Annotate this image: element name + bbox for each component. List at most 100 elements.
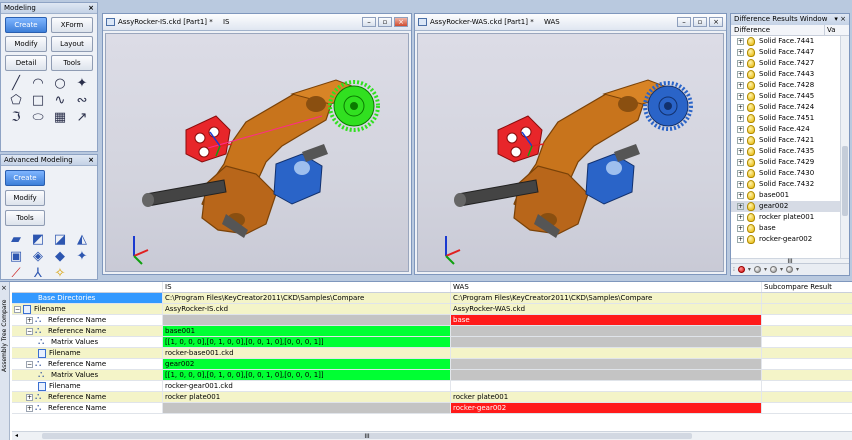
compare-name-cell[interactable]: ⛬ Matrix Values: [12, 337, 162, 347]
compare-was-cell[interactable]: [450, 326, 761, 336]
compare-subcompare-cell[interactable]: [761, 348, 850, 358]
difference-item[interactable]: + Solid Face.7447: [731, 47, 841, 58]
tree-toggle-icon[interactable]: −: [26, 360, 33, 368]
expand-icon[interactable]: +: [737, 235, 744, 243]
expand-icon[interactable]: +: [737, 81, 744, 89]
compare-name-cell[interactable]: Filename: [12, 348, 162, 358]
compare-is-cell[interactable]: [[1, 0, 0, 0],[0, 1, 0, 0],[0, 0, 1, 0],…: [162, 337, 450, 347]
compare-row[interactable]: − ⛬ Reference Name gear002: [12, 359, 852, 370]
sweep-icon[interactable]: ✦: [72, 249, 92, 264]
compare-was-cell[interactable]: [450, 337, 761, 347]
difference-item[interactable]: + Solid Face.7451: [731, 113, 841, 124]
close-icon[interactable]: ×: [1, 284, 7, 292]
compare-name-cell[interactable]: − ⛬ Reference Name: [12, 326, 162, 336]
fillet-icon[interactable]: ◪: [50, 232, 70, 247]
difference-item[interactable]: + Solid Face.7430: [731, 168, 841, 179]
compare-subcompare-cell[interactable]: [761, 359, 850, 369]
compare-was-cell[interactable]: AssyRocker-WAS.ckd: [450, 304, 761, 314]
leader-icon[interactable]: ↗: [72, 110, 92, 125]
compare-name-cell[interactable]: − Filename: [12, 304, 162, 314]
polygon-icon[interactable]: ⬠: [6, 93, 26, 108]
compare-row[interactable]: ⛬ Matrix Values [[1, 0, 0, 0],[0, 1, 0, 0]…: [12, 370, 852, 381]
expand-icon[interactable]: +: [737, 224, 744, 232]
header-is[interactable]: IS: [162, 282, 450, 292]
compare-was-cell[interactable]: [450, 359, 761, 369]
rect-icon[interactable]: □: [28, 93, 48, 108]
scroll-thumb[interactable]: [842, 146, 848, 216]
compare-is-cell[interactable]: rocker plate001: [162, 392, 450, 402]
expand-icon[interactable]: +: [737, 70, 744, 78]
curve-icon[interactable]: ℑ: [6, 110, 26, 125]
maximize-icon[interactable]: ▫: [693, 17, 707, 27]
viewport-title-bar[interactable]: AssyRocker-WAS.ckd [Part1] * WAS – ▫ ×: [415, 14, 726, 31]
difference-item[interactable]: + Solid Face.7432: [731, 179, 841, 190]
expand-icon[interactable]: +: [737, 158, 744, 166]
dropdown-arrow-icon[interactable]: ▾: [748, 266, 751, 273]
expand-icon[interactable]: +: [737, 191, 744, 199]
difference-item[interactable]: + Solid Face.7445: [731, 91, 841, 102]
expand-icon[interactable]: +: [737, 37, 744, 45]
chamfer-icon[interactable]: ◭: [72, 232, 92, 247]
compare-row[interactable]: Base Directories C:\Program Files\KeyCrea…: [12, 293, 852, 304]
compare-is-cell[interactable]: [162, 315, 450, 325]
pin-close-icon[interactable]: ▾ ×: [834, 14, 846, 25]
compare-subcompare-cell[interactable]: [761, 304, 850, 314]
advanced-modify-button[interactable]: Modify: [5, 190, 45, 206]
point-icon[interactable]: ✦: [72, 76, 92, 91]
header-name[interactable]: [12, 282, 162, 292]
difference-item[interactable]: + rocker plate001: [731, 212, 841, 223]
close-icon[interactable]: ×: [394, 17, 408, 27]
compare-is-cell[interactable]: [[1, 0, 0, 0],[0, 1, 0, 0],[0, 0, 1, 0],…: [162, 370, 450, 380]
gray-filter-icon[interactable]: [769, 266, 777, 273]
tree-toggle-icon[interactable]: +: [26, 404, 33, 412]
difference-item[interactable]: + Solid Face.7428: [731, 80, 841, 91]
difference-item[interactable]: + Solid Face.7443: [731, 69, 841, 80]
compare-was-cell[interactable]: C:\Program Files\KeyCreator2011\CKD\Samp…: [450, 293, 761, 303]
expand-icon[interactable]: +: [737, 103, 744, 111]
compare-subcompare-cell[interactable]: [761, 293, 850, 303]
modeling-xform-button[interactable]: XForm: [51, 17, 93, 33]
advanced-tools-button[interactable]: Tools: [5, 210, 45, 226]
compare-row[interactable]: + ⛬ Reference Name base: [12, 315, 852, 326]
difference-item[interactable]: + base: [731, 223, 841, 234]
compare-name-cell[interactable]: + ⛬ Reference Name: [12, 315, 162, 325]
revolve-icon[interactable]: ◈: [28, 249, 48, 264]
compare-row[interactable]: + ⛬ Reference Name rocker-gear002: [12, 403, 852, 414]
cut-icon[interactable]: ⟋: [6, 266, 26, 281]
expand-icon[interactable]: +: [737, 92, 744, 100]
modeling-create-button[interactable]: Create: [5, 17, 47, 33]
modeling-tools-button[interactable]: Tools: [51, 55, 93, 71]
compare-name-cell[interactable]: Base Directories: [12, 293, 162, 303]
gray-filter-icon[interactable]: [753, 266, 761, 273]
compare-subcompare-cell[interactable]: [761, 337, 850, 347]
modeling-detail-button[interactable]: Detail: [5, 55, 47, 71]
difference-item[interactable]: + Solid Face.7421: [731, 135, 841, 146]
compare-is-cell[interactable]: AssyRocker-IS.ckd: [162, 304, 450, 314]
difference-item[interactable]: + Solid Face.7424: [731, 102, 841, 113]
compare-row[interactable]: + ⛬ Reference Name rocker plate001 rocker pl…: [12, 392, 852, 403]
compare-is-cell[interactable]: C:\Program Files\KeyCreator2011\CKD\Samp…: [162, 293, 450, 303]
expand-icon[interactable]: +: [737, 213, 744, 221]
difference-item[interactable]: + Solid Face.7429: [731, 157, 841, 168]
minimize-icon[interactable]: –: [677, 17, 691, 27]
compare-name-cell[interactable]: ⛬ Matrix Values: [12, 370, 162, 380]
expand-icon[interactable]: +: [737, 59, 744, 67]
compare-was-cell[interactable]: rocker plate001: [450, 392, 761, 402]
viewport-window-was[interactable]: AssyRocker-WAS.ckd [Part1] * WAS – ▫ ×: [414, 13, 727, 275]
minimize-icon[interactable]: –: [362, 17, 376, 27]
compare-was-cell[interactable]: [450, 348, 761, 358]
viewport-title-bar[interactable]: AssyRocker-IS.ckd [Part1] * IS – ▫ ×: [103, 14, 411, 31]
tree-toggle-icon[interactable]: +: [26, 393, 33, 401]
compare-is-cell[interactable]: gear002: [162, 359, 450, 369]
wave-icon[interactable]: ∾: [72, 93, 92, 108]
compare-was-cell[interactable]: base: [450, 315, 761, 325]
column-value[interactable]: Va: [825, 25, 836, 35]
compare-was-cell[interactable]: [450, 370, 761, 380]
extrude-icon[interactable]: ▣: [6, 249, 26, 264]
tree-toggle-icon[interactable]: −: [26, 327, 33, 335]
compare-subcompare-cell[interactable]: [761, 315, 850, 325]
viewport-window-is[interactable]: AssyRocker-IS.ckd [Part1] * IS – ▫ ×: [102, 13, 412, 275]
expand-icon[interactable]: +: [737, 147, 744, 155]
solid-box-icon[interactable]: ▰: [6, 232, 26, 247]
compare-subcompare-cell[interactable]: [761, 381, 850, 391]
